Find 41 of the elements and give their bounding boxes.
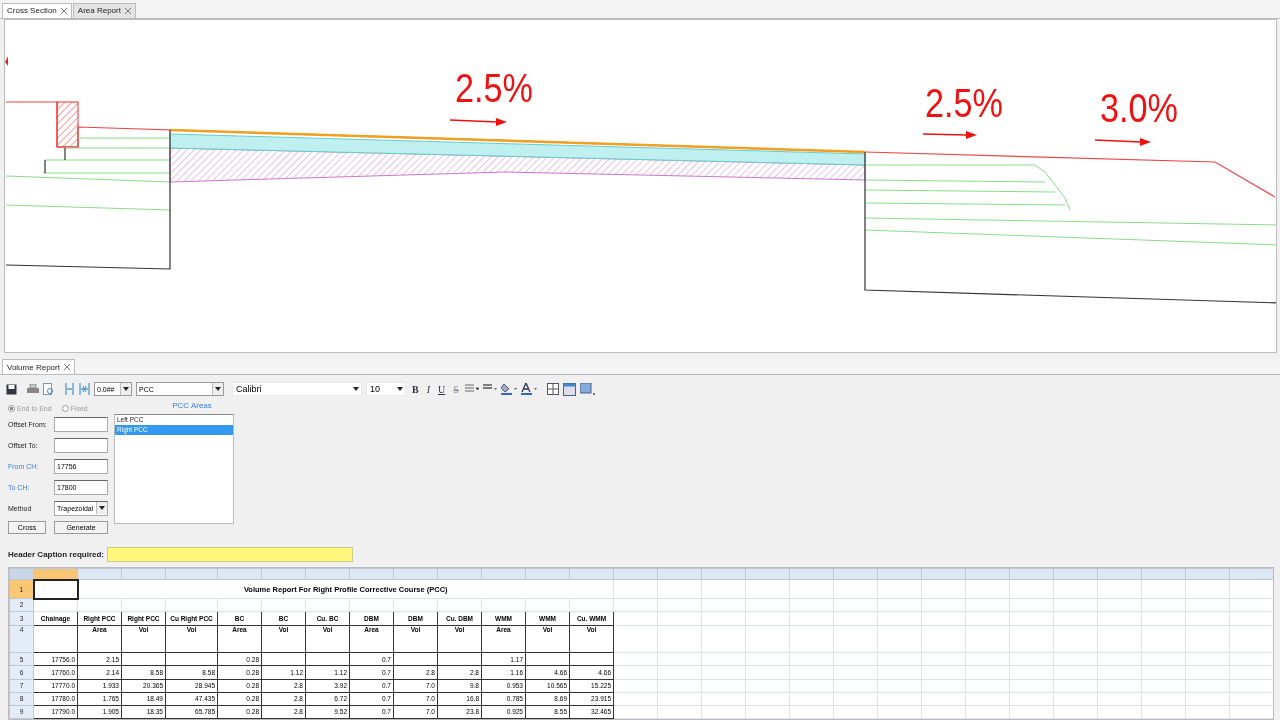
list-title: PCC Areas [171,401,213,412]
column-width-icon[interactable] [64,383,75,395]
close-icon[interactable] [124,7,131,14]
input-field[interactable] [54,438,108,453]
format-button[interactable]: U [436,383,448,395]
fill-color-icon[interactable] [500,383,517,395]
active-cell[interactable] [33,580,78,599]
slope-arrow [1094,137,1151,146]
format-button[interactable]: I [424,383,432,395]
align-icon[interactable] [464,384,479,394]
grid-icon[interactable] [579,383,596,395]
caret-icon[interactable] [215,387,221,391]
caret-icon[interactable] [99,506,105,510]
select-all-corner[interactable] [9,568,34,580]
slope-label: 2.5% [455,65,547,110]
slope-arrow [449,117,507,126]
font-dropdown[interactable]: Calibri [232,382,362,396]
save-icon[interactable] [6,383,17,395]
merge-cells-icon[interactable] [546,383,559,395]
print-preview-icon[interactable] [43,383,54,395]
column-header[interactable] [33,568,78,580]
caret-icon[interactable] [397,387,403,391]
document-tab[interactable]: Area Report [72,2,136,18]
panel-tab[interactable]: Volume Report [2,359,75,374]
window-icon[interactable] [562,382,576,396]
format-button[interactable]: B [410,383,421,395]
print-icon[interactable] [27,383,39,395]
close-icon[interactable] [60,7,67,14]
field-label: Header Caption required: [8,549,104,559]
caret-icon[interactable] [123,387,129,391]
column-fit-icon[interactable] [79,383,90,395]
input-field[interactable] [107,546,353,562]
input-field[interactable] [54,417,108,432]
caret-icon[interactable] [353,387,359,391]
document-tab[interactable]: Cross Section [2,2,72,18]
slope-label: 2.5% [925,80,1017,125]
slope-label: 3.0% [1100,85,1192,130]
font-size-dropdown[interactable]: 10 [366,382,406,396]
font-color-icon[interactable] [520,383,537,395]
slope-arrow [922,130,977,139]
close-icon[interactable] [63,364,70,370]
